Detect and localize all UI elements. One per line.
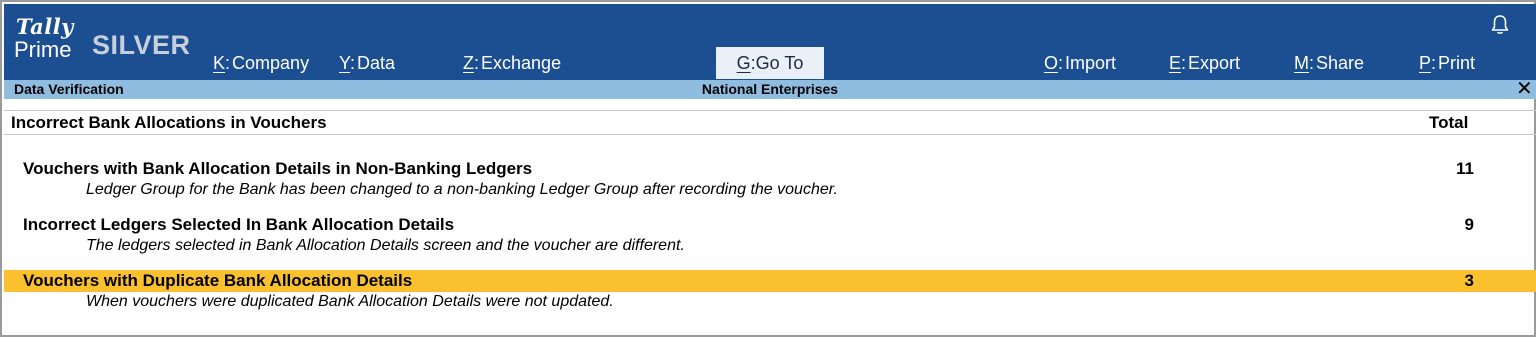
menu-print[interactable]: P: Print [1419, 52, 1475, 76]
row-label: Vouchers with Bank Allocation Details in… [23, 159, 533, 178]
menu-import[interactable]: O: Import [1044, 52, 1116, 76]
menu-exchange-key: Z [463, 53, 474, 73]
row-description: When vouchers were duplicated Bank Alloc… [86, 293, 614, 310]
screen-title-bar: Data Verification National Enterprises ✕ [4, 79, 1536, 99]
menu-company-key: K [213, 53, 226, 73]
menu-print-label: Print [1438, 53, 1476, 73]
logo-top-text: Tally [16, 14, 74, 39]
menu-share-key: M [1294, 53, 1309, 73]
menu-data-key: Y [339, 53, 351, 73]
row-count: 11 [1456, 159, 1474, 178]
menu-company[interactable]: K: Company [213, 52, 309, 76]
edition-label: SILVER [92, 30, 191, 60]
company-name: National Enterprises [701, 81, 839, 97]
menu-share[interactable]: M: Share [1294, 52, 1364, 76]
menu-share-label: Share [1316, 53, 1365, 73]
report-title: Incorrect Bank Allocations in Vouchers [11, 113, 327, 132]
row-count: 3 [1464, 271, 1474, 290]
top-menu-bar: Tally Prime SILVER K: Company Y: Data Z: Ex… [4, 4, 1536, 80]
row-description: Ledger Group for the Bank has been chang… [86, 181, 838, 198]
report-row-main: Incorrect Ledgers Selected In Bank Alloc… [4, 214, 1536, 236]
menu-export-label: Export [1188, 53, 1241, 73]
menu-go-to-label: Go To [755, 53, 804, 73]
menu-import-label: Import [1065, 53, 1117, 73]
menu-print-key: P [1419, 53, 1432, 73]
menu-go-to[interactable]: G:Go To [716, 47, 824, 79]
menu-import-key: O [1044, 53, 1059, 73]
row-label: Vouchers with Duplicate Bank Allocation … [23, 271, 413, 290]
menu-data-label: Data [357, 53, 396, 73]
window-frame: Tally Prime SILVER K: Company Y: Data Z: Ex… [0, 0, 1536, 337]
menu-data[interactable]: Y: Data [339, 52, 395, 76]
menu-export-key: E [1169, 53, 1182, 73]
row-label: Incorrect Ledgers Selected In Bank Alloc… [23, 215, 455, 234]
menu-company-label: Company [232, 53, 310, 73]
menu-export[interactable]: E: Export [1169, 52, 1240, 76]
bell-icon[interactable] [1490, 14, 1510, 36]
report-header: Incorrect Bank Allocations in Vouchers T… [4, 110, 1536, 135]
logo-bottom-text: Prime [14, 37, 72, 62]
menu-go-to-key: G [736, 53, 751, 73]
row-count: 9 [1464, 215, 1474, 234]
report-row-main: Vouchers with Bank Allocation Details in… [4, 158, 1536, 180]
report-row-main: Vouchers with Duplicate Bank Allocation … [4, 270, 1536, 292]
row-description: The ledgers selected in Bank Allocation … [86, 237, 685, 254]
close-icon[interactable]: ✕ [1516, 79, 1533, 99]
column-header-total: Total [1429, 113, 1469, 132]
menu-exchange[interactable]: Z: Exchange [463, 52, 561, 76]
menu-exchange-label: Exchange [481, 53, 562, 73]
